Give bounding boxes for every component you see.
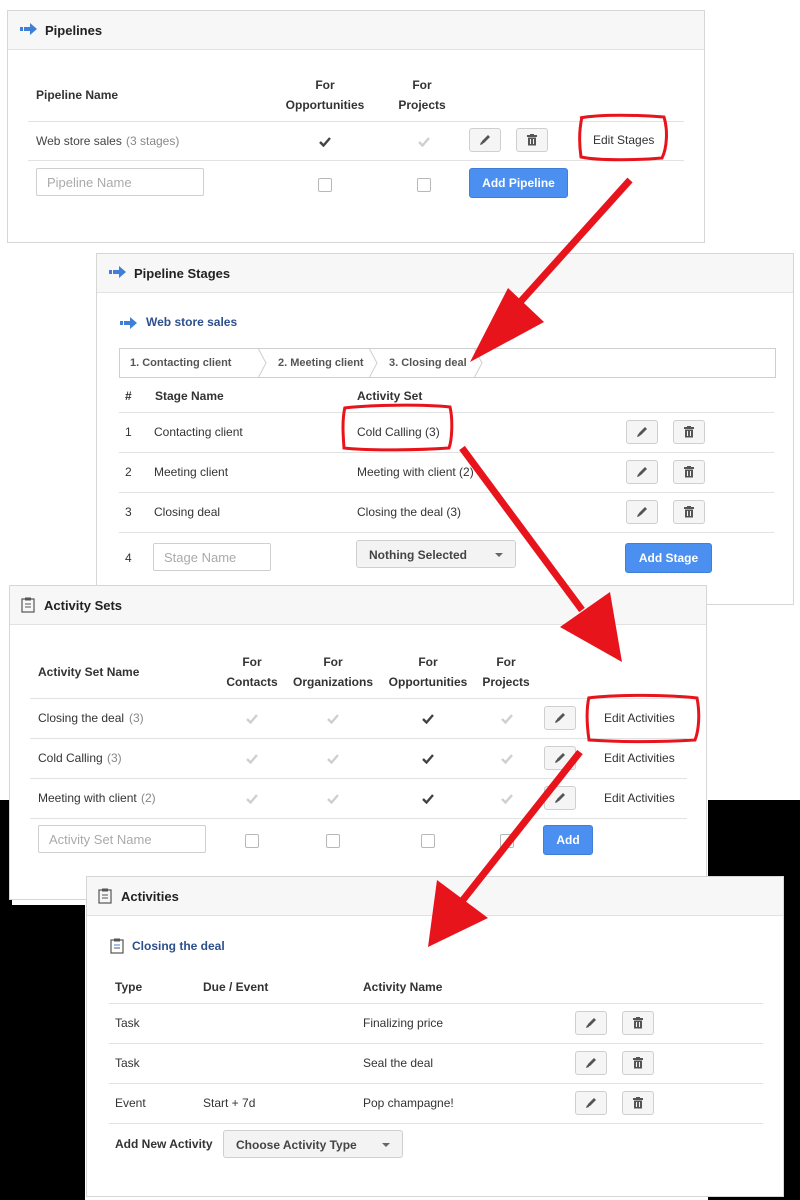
annotation-overlay — [341, 113, 701, 947]
red-arrow-head — [470, 288, 544, 362]
red-arrow-line — [459, 445, 585, 613]
red-arrow-line — [452, 749, 583, 913]
highlight-circle — [341, 403, 454, 452]
highlight-circle — [578, 113, 668, 162]
highlight-circle — [585, 693, 701, 743]
red-arrow-head — [560, 592, 622, 662]
red-arrow-head — [428, 880, 488, 947]
